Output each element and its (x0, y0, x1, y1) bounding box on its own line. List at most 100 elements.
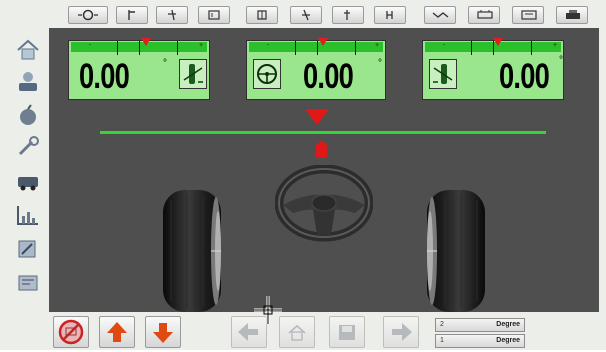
readout-number: 1 (440, 337, 444, 344)
axle-button[interactable] (332, 6, 364, 24)
gauge-tick (531, 41, 532, 55)
crosshair-cursor-icon (254, 296, 282, 324)
kingpin-icon (302, 9, 310, 21)
gauge-plus-label: + (553, 42, 558, 49)
center-position-marker (316, 140, 327, 157)
chart-icon (17, 206, 38, 225)
steering-dropdown-button[interactable] (68, 6, 108, 24)
print-button[interactable] (512, 6, 544, 24)
sidebar-item-customer[interactable] (14, 68, 42, 94)
axle-icon (344, 10, 350, 20)
gauge-unit: ° (559, 55, 563, 66)
customer-icon (19, 72, 37, 91)
readout-row-2: 1 Degree (435, 334, 525, 348)
settings-icon (18, 275, 38, 291)
gauge-tick (471, 41, 472, 55)
save-icon (339, 325, 355, 340)
gauge-value: 0.00 (79, 57, 130, 96)
left-sidebar (4, 28, 50, 308)
gauge-tick (355, 41, 356, 55)
right-gauge: - + 0.00 ° (422, 38, 564, 100)
arrow-up-button[interactable] (99, 316, 135, 348)
apple-icon (20, 104, 36, 125)
gauge-value: 0.00 (499, 57, 550, 96)
application-window: - + 0.00 ° - + 0.00 ° - + 0.00 ° 2 Degre… (0, 0, 606, 350)
left-wheel-adjust-icon (183, 64, 203, 84)
tools-icon (18, 240, 36, 258)
camber-icon (168, 9, 176, 21)
printer-button[interactable] (556, 6, 588, 24)
save-button[interactable] (329, 316, 365, 348)
sidebar-item-settings[interactable] (14, 270, 42, 296)
cancel-icon (58, 319, 84, 345)
sidebar-item-apple[interactable] (14, 102, 42, 128)
caster-button[interactable] (116, 6, 148, 24)
alignment-reference-line (100, 131, 546, 134)
gauge-tick (117, 41, 118, 55)
home-button[interactable] (279, 316, 315, 348)
gauge-tick (139, 41, 140, 55)
arrow-down-icon (153, 323, 173, 343)
sidebar-item-chart[interactable] (14, 202, 42, 228)
gauge-tick (177, 41, 178, 55)
vehicle-icon (477, 10, 493, 19)
gauge-value: 0.00 (303, 57, 354, 96)
gauge-minus-label: - (89, 42, 92, 49)
left-gauge: - + 0.00 ° (68, 38, 210, 100)
gauge-minus-label: - (267, 42, 270, 49)
caster-icon (128, 10, 135, 20)
center-gauge: - + 0.00 ° (246, 38, 386, 100)
setback-icon (432, 12, 449, 18)
right-tire (427, 190, 485, 312)
gauge-marker (318, 38, 328, 46)
center-indicator-arrow (305, 109, 329, 125)
car-icon (18, 177, 38, 191)
cancel-button[interactable] (53, 316, 89, 348)
gauge-plus-label: + (199, 42, 204, 49)
sidebar-item-car[interactable] (14, 168, 42, 194)
gauge-minus-label: - (443, 42, 446, 49)
toe-icon (208, 10, 220, 20)
camber-button[interactable] (156, 6, 188, 24)
printer-icon (566, 10, 580, 19)
right-wheel-adjust-button[interactable] (429, 59, 457, 89)
top-toolbar (60, 4, 596, 26)
sidebar-item-tools[interactable] (14, 236, 42, 262)
readout-number: 2 (440, 321, 444, 328)
bottom-toolbar: 2 Degree 1 Degree (49, 312, 599, 350)
steering-dropdown-icon (78, 9, 98, 21)
gauge-marker (141, 38, 151, 46)
steering-wheel-graphic (275, 165, 373, 242)
arrow-up-icon (107, 322, 127, 342)
steering-wheel-button[interactable] (253, 59, 281, 89)
sidebar-item-home[interactable] (14, 36, 42, 62)
arrow-down-button[interactable] (145, 316, 181, 348)
kingpin-button[interactable] (290, 6, 322, 24)
home-icon (288, 324, 306, 341)
readout-unit: Degree (496, 321, 520, 328)
right-wheel-adjust-icon (433, 64, 453, 84)
wheel-button[interactable] (246, 6, 278, 24)
offset-icon (386, 11, 393, 19)
readout-row-1: 2 Degree (435, 318, 525, 332)
wrench-icon (18, 136, 39, 156)
arrow-right-button[interactable] (383, 316, 419, 348)
gauge-unit: ° (378, 58, 382, 69)
gauge-tick (295, 41, 296, 55)
wheel-icon (257, 10, 267, 20)
vehicle-button[interactable] (468, 6, 500, 24)
alignment-view: - + 0.00 ° - + 0.00 ° - + 0.00 ° (49, 28, 599, 312)
readout-unit: Degree (496, 337, 520, 344)
print-icon (521, 10, 537, 20)
arrow-right-icon (392, 323, 412, 341)
left-wheel-adjust-button[interactable] (179, 59, 207, 89)
steering-wheel-icon (257, 64, 277, 84)
toe-button[interactable] (198, 6, 230, 24)
gauge-marker (493, 38, 503, 46)
setback-button[interactable] (424, 6, 456, 24)
offset-button[interactable] (374, 6, 406, 24)
gauge-unit: ° (163, 58, 167, 69)
left-tire (163, 190, 221, 312)
sidebar-item-wrench[interactable] (14, 134, 42, 160)
home-icon (17, 39, 39, 60)
